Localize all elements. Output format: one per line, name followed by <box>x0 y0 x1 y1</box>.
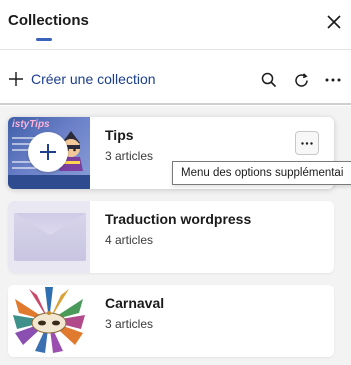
collections-panel: Collections Créer une collection istyTip… <box>0 0 351 365</box>
refresh-button[interactable] <box>291 70 311 90</box>
envelope-thumbnail <box>8 201 90 273</box>
thumbnail-script-text: istyTips <box>12 119 50 130</box>
collection-article-count: 3 articles <box>105 149 154 163</box>
create-collection-label: Créer une collection <box>31 71 156 87</box>
collection-article-count: 3 articles <box>105 317 154 331</box>
collection-article-count: 4 articles <box>105 233 154 247</box>
close-icon <box>327 15 341 29</box>
tips-thumbnail: istyTips <box>8 117 90 189</box>
collection-title: Carnaval <box>105 295 165 311</box>
collection-card-traduction-wordpress[interactable]: Traduction wordpress 4 articles <box>8 201 334 273</box>
toolbar-divider <box>0 103 351 105</box>
more-options-button[interactable] <box>323 70 343 90</box>
refresh-icon <box>294 72 308 87</box>
carnival-mask-thumbnail <box>8 285 90 357</box>
search-icon <box>261 72 277 88</box>
collection-title: Traduction wordpress <box>105 211 252 227</box>
add-to-collection-button[interactable] <box>28 132 68 172</box>
collections-list: istyTips Tips 3 articles Traduction word… <box>0 106 351 365</box>
panel-header: Collections <box>0 0 351 50</box>
collection-title: Tips <box>105 127 134 143</box>
carnival-mask-icon <box>13 287 85 353</box>
more-options-tooltip: Menu des options supplémentai <box>172 161 351 185</box>
toolbar: Créer une collection <box>0 51 351 105</box>
more-icon <box>325 78 341 82</box>
search-button[interactable] <box>259 70 279 90</box>
title-underline <box>36 38 52 41</box>
collection-more-options-button[interactable] <box>295 131 319 155</box>
create-collection-button[interactable]: Créer une collection <box>8 68 156 90</box>
collection-card-carnaval[interactable]: Carnaval 3 articles <box>8 285 334 357</box>
more-icon <box>301 141 313 145</box>
close-button[interactable] <box>322 10 346 34</box>
panel-title: Collections <box>8 12 89 29</box>
plus-icon <box>9 72 23 86</box>
plus-icon <box>40 144 56 160</box>
